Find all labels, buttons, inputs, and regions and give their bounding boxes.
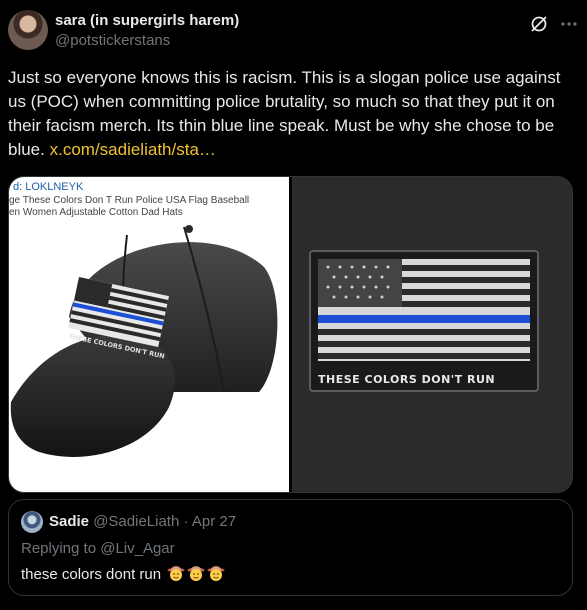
- hat-illustration: THESE COLORS DON'T RUN: [10, 225, 278, 457]
- patch-slogan-text: THESE COLORS DON'T RUN: [318, 373, 496, 386]
- media-grid: d: LOKLNEYK ge These Colors Don T Run Po…: [8, 176, 573, 493]
- media-image-hat[interactable]: d: LOKLNEYK ge These Colors Don T Run Po…: [9, 177, 289, 492]
- author-avatar[interactable]: [8, 10, 48, 50]
- tweet-link[interactable]: x.com/sadieliath/sta…: [50, 140, 216, 159]
- tweet-header: sara (in supergirls harem) @potstickerst…: [8, 10, 579, 54]
- author-display-name[interactable]: sara (in supergirls harem): [55, 11, 239, 31]
- quote-author-name[interactable]: Sadie: [49, 513, 89, 530]
- media-image-patch[interactable]: THESE COLORS DON'T RUN: [292, 177, 572, 492]
- author-handle[interactable]: @potstickerstans: [55, 31, 239, 51]
- quote-text: these colors dont run: [21, 566, 162, 583]
- grok-icon[interactable]: [529, 14, 549, 34]
- quote-header: Sadie @SadieLiath · Apr 27: [49, 513, 236, 531]
- tweet-body: Just so everyone knows this is racism. T…: [8, 66, 578, 162]
- quote-author-avatar[interactable]: [21, 511, 43, 533]
- cowboy-hat-face-icon: [187, 566, 205, 581]
- author-names: sara (in supergirls harem) @potstickerst…: [55, 11, 239, 51]
- quoted-tweet[interactable]: Sadie @SadieLiath · Apr 27 Replying to @…: [8, 499, 573, 596]
- quote-replying-to: Replying to @Liv_Agar: [21, 540, 175, 557]
- quote-author-handle[interactable]: @SadieLiath: [93, 513, 179, 530]
- cowboy-hat-face-icon: [167, 566, 185, 581]
- patch-illustration: [292, 177, 572, 492]
- quote-date[interactable]: Apr 27: [192, 513, 236, 530]
- cowboy-hat-face-icon: [207, 566, 225, 581]
- quote-body: these colors dont run: [21, 564, 225, 585]
- quote-separator: ·: [183, 513, 189, 530]
- more-dots-icon[interactable]: [559, 14, 579, 34]
